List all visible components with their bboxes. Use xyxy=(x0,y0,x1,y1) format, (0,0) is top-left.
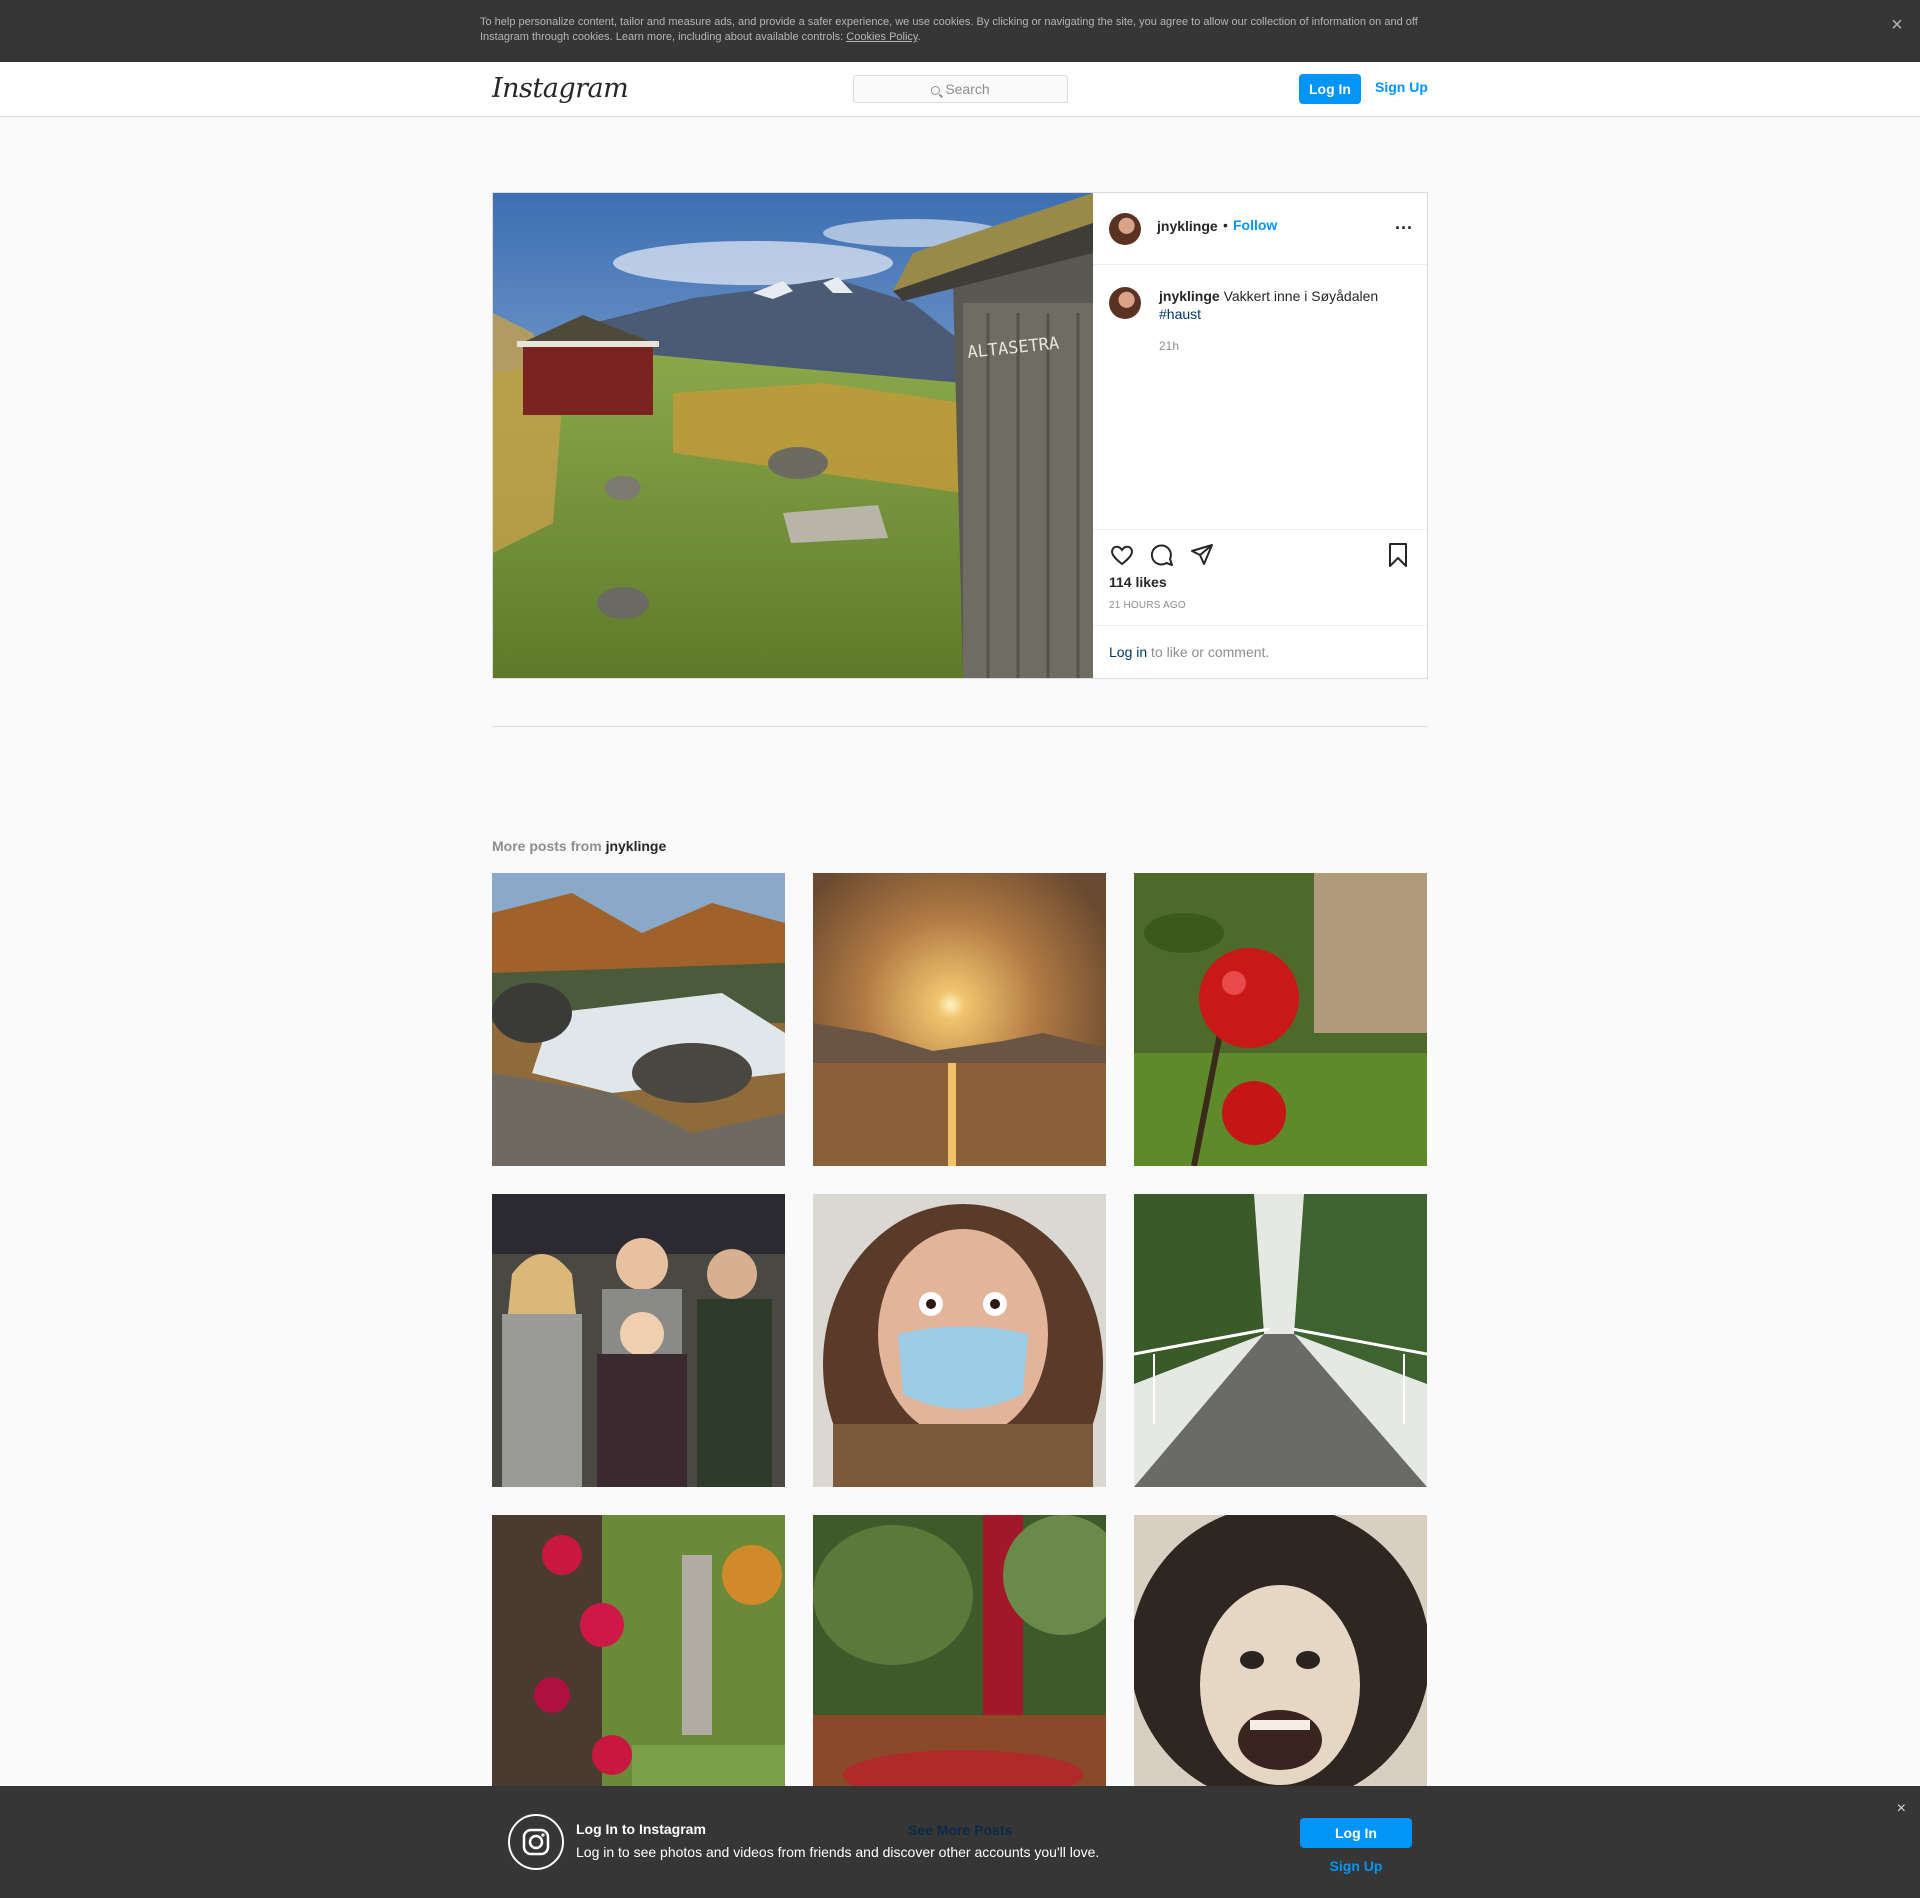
login-to-comment: Log in to like or comment. xyxy=(1093,625,1427,678)
search-input[interactable]: Search xyxy=(853,75,1068,103)
more-posts-prefix: More posts from xyxy=(492,838,606,854)
apples-image xyxy=(1134,873,1427,1166)
grid-post-family[interactable] xyxy=(492,1194,785,1487)
post-card: ALTASETRA jnyklinge • Follow ... jnyklin… xyxy=(492,192,1428,679)
divider xyxy=(492,726,1428,727)
garden-image xyxy=(813,1515,1106,1808)
bridge-image xyxy=(1134,1194,1427,1487)
login-bar-title: Log In to Instagram xyxy=(576,1821,706,1837)
caption-time: 21h xyxy=(1159,339,1180,353)
cookie-text-body: To help personalize content, tailor and … xyxy=(480,16,1418,43)
caption-text: Vakkert inne i Søyådalen xyxy=(1223,288,1379,304)
family-photo-image xyxy=(492,1194,785,1487)
grid-post-ivy[interactable] xyxy=(492,1515,785,1808)
login-link[interactable]: Log in xyxy=(1109,644,1147,660)
grid-post-portrait[interactable] xyxy=(1134,1515,1427,1808)
caption-avatar[interactable] xyxy=(1109,287,1141,319)
separator-dot: • xyxy=(1223,217,1228,233)
vintage-portrait-image xyxy=(1134,1515,1427,1808)
caption-username[interactable]: jnyklinge xyxy=(1159,288,1220,304)
login-bar-description: Log in to see photos and videos from fri… xyxy=(576,1844,1100,1860)
signup-link[interactable]: Sign Up xyxy=(1375,79,1428,95)
avatar[interactable] xyxy=(1109,213,1141,245)
mountain-cabin-image: ALTASETRA xyxy=(493,193,1093,678)
instagram-logo[interactable]: Instagram xyxy=(492,73,629,104)
login-button[interactable]: Log In xyxy=(1299,74,1361,104)
likes-count[interactable]: 114 likes xyxy=(1109,574,1167,590)
more-posts-heading: More posts from jnyklinge xyxy=(492,838,666,854)
login-comment-text: to like or comment. xyxy=(1147,644,1270,660)
post-header: jnyklinge • Follow ... xyxy=(1093,193,1427,265)
sunset-lake-image xyxy=(813,873,1106,1166)
post-actions: 114 likes 21 HOURS AGO xyxy=(1093,529,1427,625)
login-bar: Log In to Instagram Log in to see photos… xyxy=(0,1786,1920,1898)
cookie-banner: To help personalize content, tailor and … xyxy=(0,0,1920,62)
grid-post-apples[interactable] xyxy=(1134,873,1427,1166)
comment-icon[interactable] xyxy=(1149,542,1175,568)
post-sidebar: jnyklinge • Follow ... jnyklinge Vakkert… xyxy=(1093,193,1427,678)
post-caption: jnyklinge Vakkert inne i Søyådalen #haus… xyxy=(1159,287,1409,323)
grid-post-river[interactable] xyxy=(492,873,785,1166)
login-bar-login-button[interactable]: Log In xyxy=(1300,1818,1412,1848)
grid-post-sunset[interactable] xyxy=(813,873,1106,1166)
search-icon xyxy=(931,86,941,95)
post-photo[interactable]: ALTASETRA xyxy=(493,193,1093,678)
bookmark-icon[interactable] xyxy=(1385,542,1411,568)
follow-button[interactable]: Follow xyxy=(1233,217,1277,233)
cookie-text-end: . xyxy=(917,31,921,43)
grid-post-garden[interactable] xyxy=(813,1515,1106,1808)
grid-post-mask[interactable] xyxy=(813,1194,1106,1487)
share-icon[interactable] xyxy=(1189,542,1215,568)
more-options-icon[interactable]: ... xyxy=(1395,213,1413,234)
cookie-text: To help personalize content, tailor and … xyxy=(480,15,1440,45)
login-bar-signup-link[interactable]: Sign Up xyxy=(1300,1858,1412,1874)
search-placeholder: Search xyxy=(945,81,990,97)
river-image xyxy=(492,873,785,1166)
camera-icon xyxy=(522,1828,550,1856)
hashtag-link[interactable]: #haust xyxy=(1159,306,1201,322)
mask-selfie-image xyxy=(813,1194,1106,1487)
cookie-close-icon[interactable]: × xyxy=(1886,14,1908,36)
see-more-posts-link[interactable]: See More Posts xyxy=(908,1822,1012,1838)
post-username[interactable]: jnyklinge xyxy=(1157,218,1218,234)
instagram-icon xyxy=(508,1814,564,1870)
top-nav: Instagram Search Log In Sign Up xyxy=(0,62,1920,117)
red-ivy-image xyxy=(492,1515,785,1808)
heart-icon[interactable] xyxy=(1109,542,1135,568)
grid-post-bridge[interactable] xyxy=(1134,1194,1427,1487)
login-bar-close-icon[interactable]: × xyxy=(1897,1800,1906,1818)
more-posts-user[interactable]: jnyklinge xyxy=(606,838,667,854)
cookies-policy-link[interactable]: Cookies Policy xyxy=(846,31,917,43)
post-timestamp: 21 HOURS AGO xyxy=(1109,600,1186,611)
